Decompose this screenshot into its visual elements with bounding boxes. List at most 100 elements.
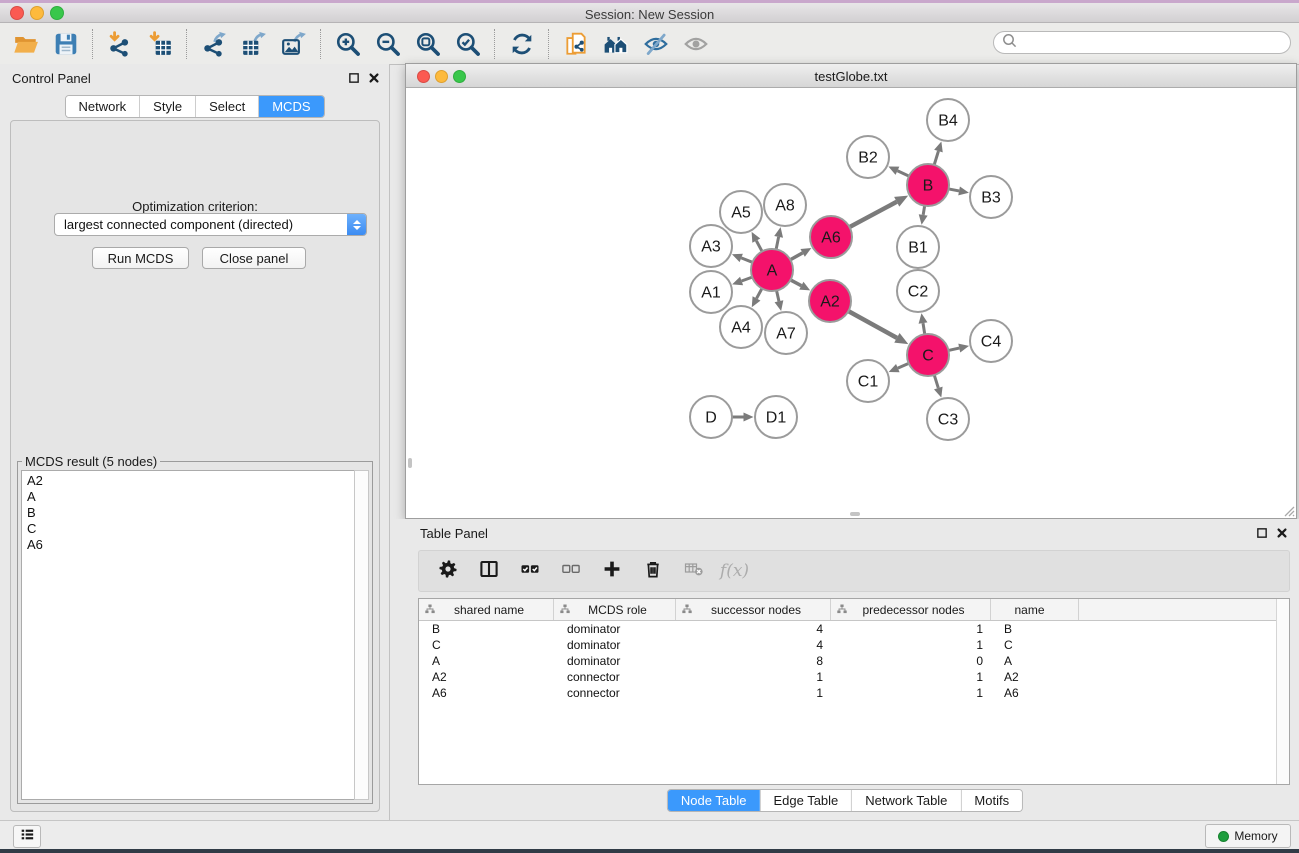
- tab-mcds[interactable]: MCDS: [258, 96, 323, 117]
- column-header-predecessor-nodes[interactable]: predecessor nodes: [831, 599, 991, 620]
- zoom-selected-button[interactable]: [448, 26, 488, 62]
- edge-A-A7[interactable]: [777, 290, 779, 301]
- search-field[interactable]: [993, 31, 1291, 54]
- settings-gear-button[interactable]: [429, 554, 466, 588]
- import-network-button[interactable]: [100, 26, 140, 62]
- export-image-button[interactable]: [274, 26, 314, 62]
- edge-B-B1[interactable]: [923, 206, 924, 215]
- refresh-layout-button[interactable]: [502, 26, 542, 62]
- memory-button[interactable]: Memory: [1205, 824, 1291, 848]
- zoom-in-button[interactable]: [328, 26, 368, 62]
- tab-network-table[interactable]: Network Table: [851, 790, 960, 811]
- edge-A-A8[interactable]: [776, 237, 779, 250]
- hide-selected-icon: [643, 31, 669, 57]
- first-neighbors-button[interactable]: [596, 26, 636, 62]
- edge-B-B3[interactable]: [949, 189, 959, 191]
- network-canvas[interactable]: B4B2BB3A5A8A6B1A3AA1C2A2A4A7CC4C1C3DD1: [407, 88, 1295, 517]
- column-header-MCDS-role[interactable]: MCDS role: [554, 599, 676, 620]
- tab-select[interactable]: Select: [195, 96, 258, 117]
- column-header-name[interactable]: name: [991, 599, 1079, 620]
- tab-node-table[interactable]: Node Table: [668, 790, 760, 811]
- mcds-result-list[interactable]: A2ABCA6: [21, 470, 356, 800]
- export-table-button[interactable]: [234, 26, 274, 62]
- mcds-result-item[interactable]: A2: [22, 473, 355, 489]
- mcds-result-item[interactable]: C: [22, 521, 355, 537]
- mcds-list-scrollbar[interactable]: [354, 470, 369, 800]
- select-all-checkboxes-button[interactable]: [511, 554, 548, 588]
- mcds-result-item[interactable]: B: [22, 505, 355, 521]
- search-icon: [1001, 32, 1018, 54]
- table-float-panel-icon[interactable]: [1254, 525, 1269, 540]
- edge-A2-C[interactable]: [848, 311, 897, 338]
- cell-predecessor-nodes: 1: [831, 638, 991, 652]
- new-network-from-selection-button[interactable]: [556, 26, 596, 62]
- network-vertical-scroll-thumb[interactable]: [408, 458, 412, 468]
- table-row[interactable]: Bdominator41B: [419, 621, 1289, 637]
- cell-successor-nodes: 4: [676, 622, 831, 636]
- hide-selected-button[interactable]: [636, 26, 676, 62]
- table-tabs: Node TableEdge TableNetwork TableMotifs: [667, 789, 1023, 812]
- search-input[interactable]: [1018, 35, 1290, 51]
- task-history-button[interactable]: [13, 825, 41, 848]
- zoom-out-button[interactable]: [368, 26, 408, 62]
- edge-A-A1[interactable]: [742, 277, 753, 281]
- edge-C-C1[interactable]: [898, 363, 909, 368]
- table-close-panel-icon[interactable]: [1274, 525, 1289, 540]
- zoom-fit-button[interactable]: [408, 26, 448, 62]
- delete-column-button[interactable]: [634, 554, 671, 588]
- float-panel-icon[interactable]: [346, 70, 361, 85]
- edge-C-C4[interactable]: [948, 348, 959, 350]
- mcds-result-item[interactable]: A: [22, 489, 355, 505]
- edge-A6-B[interactable]: [850, 202, 897, 227]
- graph-node-label: A: [767, 263, 778, 280]
- table-panel-title: Table Panel: [420, 526, 488, 541]
- deselect-all-checkboxes-button[interactable]: [552, 554, 589, 588]
- network-graph[interactable]: B4B2BB3A5A8A6B1A3AA1C2A2A4A7CC4C1C3DD1: [407, 88, 1295, 517]
- edge-B-B4[interactable]: [934, 151, 938, 165]
- show-all-button[interactable]: [676, 26, 716, 62]
- zoom-out-icon: [375, 31, 401, 57]
- edge-B-B2[interactable]: [897, 171, 909, 176]
- network-horizontal-scroll-thumb[interactable]: [850, 512, 860, 516]
- split-columns-button[interactable]: [470, 554, 507, 588]
- mcds-result-group: MCDS result (5 nodes) A2ABCA6: [17, 454, 373, 804]
- mcds-result-item[interactable]: A6: [22, 537, 355, 553]
- table-scrollbar[interactable]: [1276, 599, 1289, 784]
- edge-A-A5[interactable]: [756, 241, 762, 252]
- column-header-successor-nodes[interactable]: successor nodes: [676, 599, 831, 620]
- app-titlebar[interactable]: Session: New Session: [0, 3, 1299, 23]
- toolbar-separator: [320, 29, 322, 59]
- network-window-titlebar[interactable]: testGlobe.txt: [406, 64, 1296, 88]
- column-header-shared-name[interactable]: shared name: [419, 599, 554, 620]
- table-row[interactable]: Adominator80A: [419, 653, 1289, 669]
- add-column-button[interactable]: [593, 554, 630, 588]
- tab-network[interactable]: Network: [65, 96, 139, 117]
- window-resize-grip[interactable]: [1282, 504, 1295, 517]
- graph-node-label: D: [705, 410, 717, 427]
- edge-A-A6[interactable]: [790, 253, 802, 260]
- export-network-button[interactable]: [194, 26, 234, 62]
- close-panel-button[interactable]: Close panel: [202, 247, 306, 269]
- cell-shared-name: A2: [419, 670, 554, 684]
- run-mcds-button[interactable]: Run MCDS: [92, 247, 189, 269]
- cell-MCDS-role: connector: [554, 670, 676, 684]
- close-panel-icon[interactable]: [366, 70, 381, 85]
- edge-C-C2[interactable]: [923, 323, 925, 334]
- table-row[interactable]: A2connector11A2: [419, 669, 1289, 685]
- save-session-button[interactable]: [46, 26, 86, 62]
- edge-A-A2[interactable]: [791, 280, 802, 286]
- edge-arrowhead: [958, 344, 969, 353]
- tab-style[interactable]: Style: [139, 96, 195, 117]
- tab-edge-table[interactable]: Edge Table: [759, 790, 851, 811]
- edge-arrowhead: [774, 227, 783, 238]
- criterion-select[interactable]: largest connected component (directed): [54, 213, 367, 236]
- edge-A-A4[interactable]: [757, 288, 762, 298]
- show-all-icon: [683, 31, 709, 57]
- edge-A-A3[interactable]: [741, 258, 752, 262]
- tab-motifs[interactable]: Motifs: [960, 790, 1022, 811]
- import-table-button[interactable]: [140, 26, 180, 62]
- open-file-button[interactable]: [6, 26, 46, 62]
- table-row[interactable]: A6connector11A6: [419, 685, 1289, 701]
- edge-C-C3[interactable]: [934, 375, 938, 388]
- table-row[interactable]: Cdominator41C: [419, 637, 1289, 653]
